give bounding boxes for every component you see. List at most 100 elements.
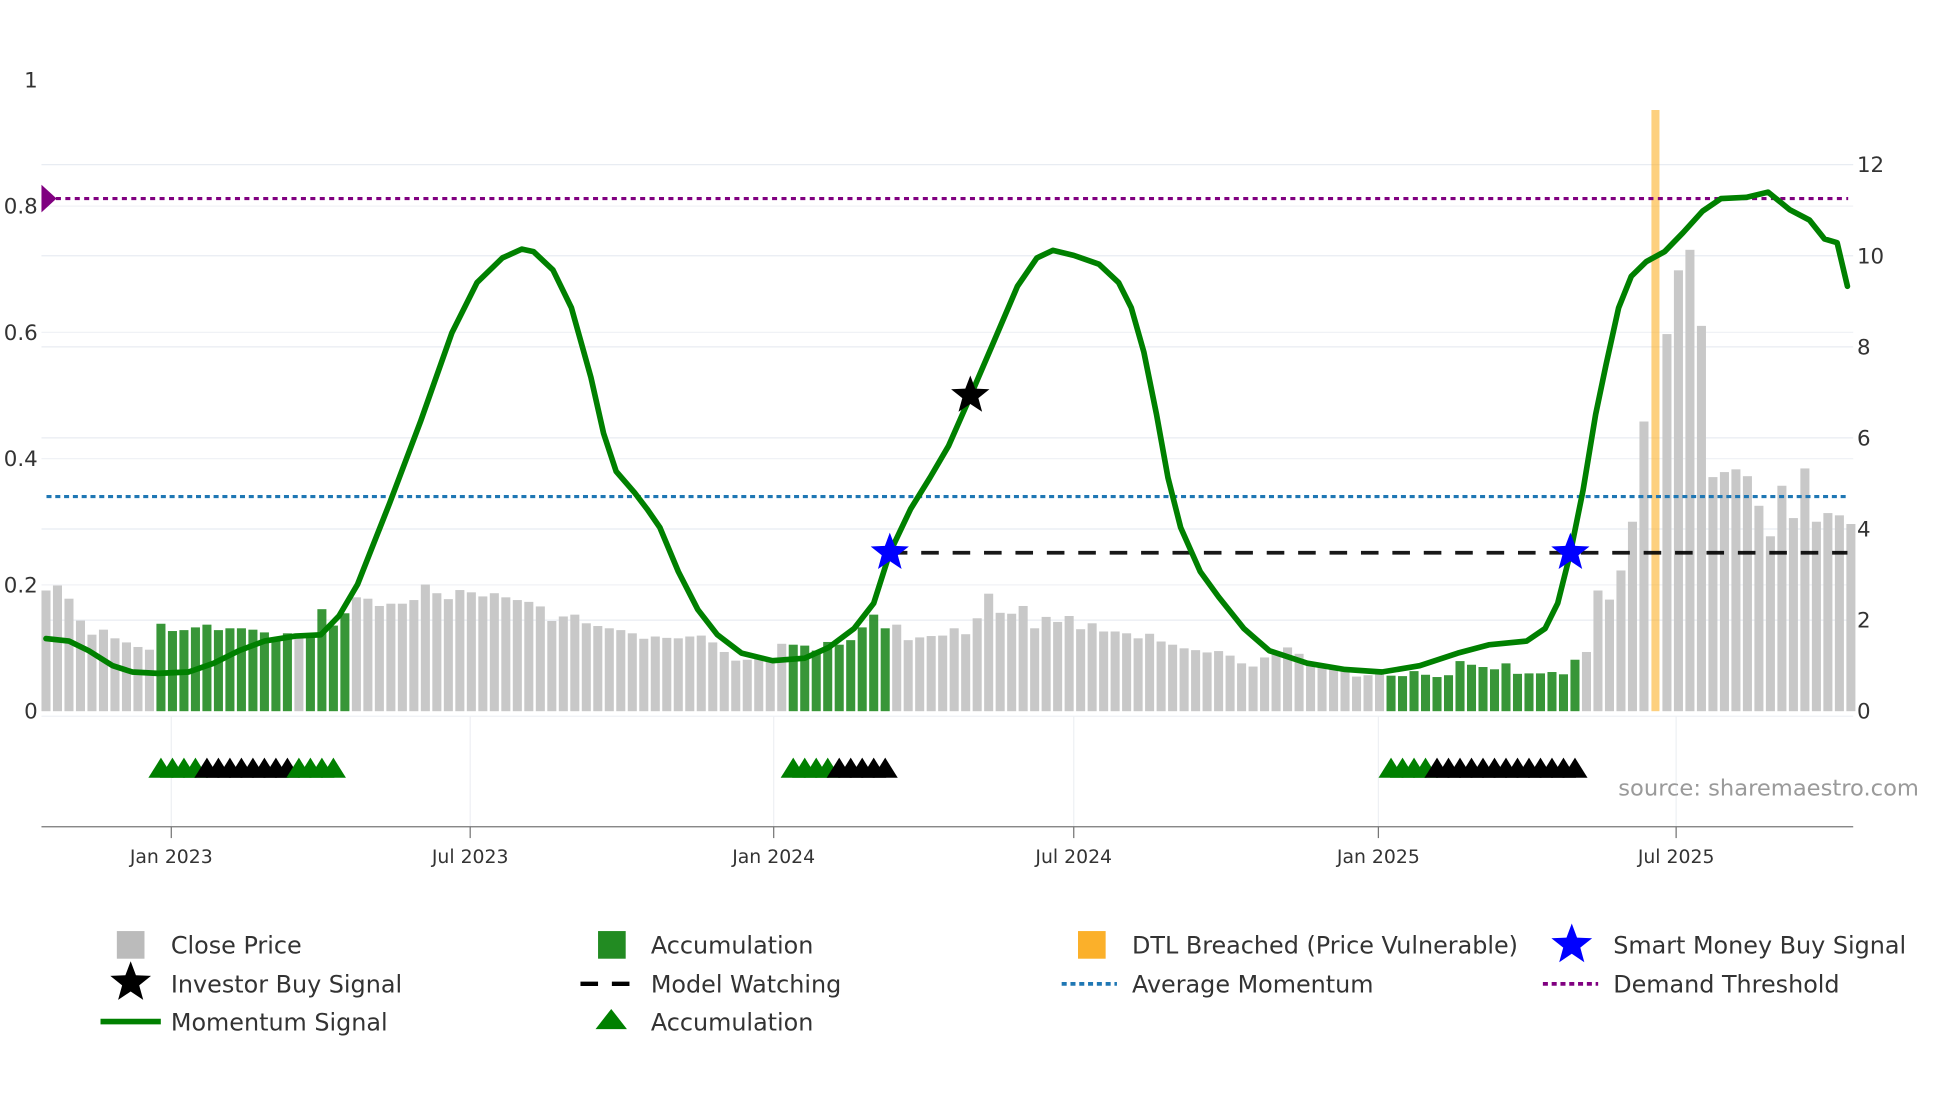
signal-lines (41, 184, 1851, 677)
accumulation-bar (1443, 675, 1454, 712)
smart-money-buy-star (870, 532, 909, 569)
investor-buy-star (951, 375, 990, 412)
close-price-bar (478, 596, 488, 712)
accumulation-bar (225, 628, 235, 712)
close-price-bar (1662, 334, 1672, 712)
green-square-icon (598, 931, 626, 959)
close-price-bar (1788, 518, 1798, 712)
x-axis: Jan 2023 Jul 2023 Jan 2024 Jul 2024 Jan … (129, 847, 1715, 868)
x-tick-label: Jan 2023 (129, 847, 213, 868)
close-price-bar (903, 640, 913, 712)
close-price-bar (581, 623, 591, 712)
close-price-bar (1581, 651, 1591, 712)
close-price-bar (949, 628, 959, 712)
close-price-bar (961, 634, 971, 712)
legend-label: Average Momentum (1132, 971, 1374, 999)
close-price-bar (351, 597, 361, 712)
accumulation-bar (1524, 673, 1534, 712)
close-price-bars (41, 110, 1856, 712)
blue-star-icon (1551, 923, 1593, 963)
close-price-bar (1179, 648, 1189, 712)
accumulation-bar (880, 628, 890, 712)
close-price-bar (64, 598, 74, 712)
x-tick-label: Jul 2023 (431, 847, 509, 868)
x-tick-label: Jul 2025 (1637, 847, 1715, 868)
close-price-bar (1225, 655, 1235, 712)
x-tick-label: Jan 2025 (1336, 847, 1420, 868)
close-price-bar (1363, 675, 1373, 712)
accumulation-bar (328, 625, 338, 712)
close-price-bar (501, 597, 511, 712)
accumulation-bar (869, 614, 879, 712)
left-tick-label: 0.8 (4, 195, 38, 220)
close-price-bar (915, 637, 925, 712)
legend-label: Accumulation (651, 1008, 814, 1036)
momentum-chart: 0 0.2 0.4 0.6 0.8 1 0 2 4 6 8 10 12 Jan … (4, 68, 1919, 1036)
close-price-bar (639, 638, 649, 712)
accumulation-bar (156, 623, 166, 712)
accumulation-bar (811, 650, 821, 712)
accumulation-bar (1455, 661, 1465, 712)
close-price-bar (1076, 629, 1086, 712)
close-price-bar (926, 636, 936, 712)
accumulation-bar (340, 613, 350, 712)
close-price-bar (765, 657, 775, 712)
close-price-bar (1191, 650, 1201, 712)
close-price-bar (604, 628, 614, 712)
close-price-bar (397, 603, 407, 712)
green-triangle-icon (595, 1008, 627, 1030)
close-price-bar (374, 605, 384, 712)
accumulation-bar (857, 627, 867, 712)
close-price-bar (1765, 536, 1775, 712)
dtl-breached-bar (1651, 110, 1660, 712)
legend-label: Demand Threshold (1613, 971, 1839, 999)
close-price-bar (708, 642, 718, 712)
close-price-bar (754, 658, 764, 712)
close-price-bar (524, 601, 534, 712)
close-price-bar (443, 599, 453, 712)
close-price-bar (1030, 628, 1040, 712)
close-price-bar (52, 585, 63, 712)
close-price-bar (1731, 469, 1741, 712)
close-price-bar (75, 620, 85, 712)
accumulation-bar (1478, 667, 1488, 712)
close-price-bar (719, 651, 729, 712)
right-tick-label: 2 (1857, 609, 1871, 634)
legend-label: Accumulation (651, 932, 814, 960)
close-price-bar (1352, 676, 1362, 712)
legend: Close Price Accumulation DTL Breached (P… (100, 923, 1906, 1036)
accumulation-bar (1409, 671, 1419, 712)
accumulation-bar (271, 638, 281, 712)
orange-square-icon (1078, 931, 1106, 959)
close-price-bar (616, 630, 626, 712)
left-tick-label: 1 (24, 68, 38, 93)
close-price-bar (1719, 472, 1729, 712)
close-price-bar (984, 593, 994, 712)
close-price-bar (1708, 477, 1718, 712)
close-price-bar (1627, 521, 1637, 712)
accumulation-bar (305, 633, 315, 712)
source-label: source: sharemaestro.com (1618, 775, 1919, 801)
legend-label: Investor Buy Signal (171, 971, 402, 999)
close-price-bar (1168, 644, 1178, 712)
close-price-bar (627, 633, 637, 712)
close-price-bar (1604, 599, 1614, 712)
close-price-bar (466, 592, 476, 712)
left-tick-label: 0.2 (4, 573, 38, 598)
close-price-bar (535, 606, 545, 712)
close-price-bar (673, 638, 683, 712)
close-price-bar (455, 590, 465, 712)
close-price-bar (1811, 521, 1821, 712)
close-price-bar (1099, 631, 1109, 712)
close-price-bar (1271, 651, 1281, 712)
accumulation-bar (846, 640, 856, 712)
close-price-bar (777, 643, 787, 712)
right-tick-label: 4 (1857, 518, 1871, 543)
close-price-bar (1673, 270, 1683, 712)
close-price-bar (1156, 641, 1166, 712)
close-price-bar (1834, 515, 1844, 712)
close-price-bar (1110, 631, 1120, 712)
close-price-bar (110, 638, 120, 712)
demand-threshold-marker (41, 184, 57, 213)
accumulation-bar (1421, 674, 1431, 712)
